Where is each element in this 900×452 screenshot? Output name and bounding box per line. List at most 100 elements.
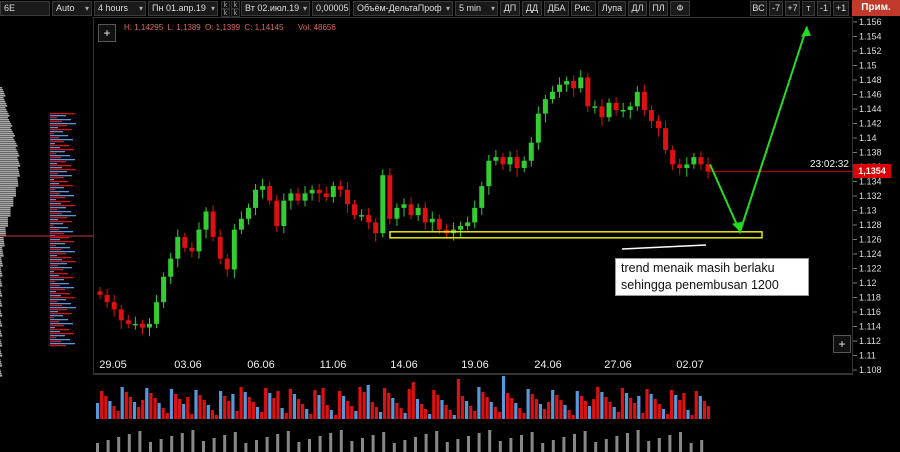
indicator-dropdown[interactable]: Объём-ДельтаПроф — [353, 1, 453, 16]
tick-size-field[interactable]: 0,00005 — [312, 1, 350, 16]
volume-bar — [182, 404, 186, 419]
f-button[interactable]: Ф — [670, 1, 690, 16]
volume-bar — [399, 408, 403, 419]
step-down-icon[interactable]: k — [221, 9, 230, 17]
volume-bar — [452, 415, 456, 419]
step-up-icon[interactable]: k — [221, 1, 230, 9]
apply-button[interactable]: Прим. — [852, 0, 900, 16]
profile-bar — [0, 359, 1, 361]
candle-body — [295, 193, 301, 201]
symbol-mode-dropdown[interactable]: Auto — [52, 1, 92, 16]
total-volume-bar — [488, 430, 492, 452]
total-volume-bar — [551, 440, 555, 452]
profile-delta-bar — [50, 275, 59, 277]
dp-button[interactable]: ДП — [500, 1, 520, 16]
profile-delta-bar — [50, 141, 64, 143]
nav-minus1-button[interactable]: -1 — [817, 1, 831, 16]
price-tick-label: 1.124 — [859, 249, 882, 259]
nav-plus1-button[interactable]: +1 — [833, 1, 849, 16]
date-to-picker[interactable]: Вт 02.июл.19 — [241, 1, 310, 16]
profile-bar — [0, 353, 2, 355]
profile-delta-bar — [50, 215, 76, 217]
price-axis-scale: 1.156 1.154 1.152 1.15 1.148 1.146 1.144 1.142 1… — [853, 17, 882, 375]
profile-bar — [0, 299, 1, 301]
profile-delta-bar — [50, 179, 54, 181]
pl-button[interactable]: ПЛ — [649, 1, 668, 16]
profile-bar — [0, 373, 2, 375]
profile-delta-bar — [50, 255, 57, 257]
total-volume-bar — [657, 438, 661, 452]
nav-minus7-button[interactable]: -7 — [769, 1, 783, 16]
total-volume-bar — [636, 430, 640, 452]
profile-delta-bar — [50, 185, 73, 187]
candle-body — [387, 175, 393, 219]
profile-bar — [0, 311, 2, 313]
total-volume-bar — [233, 432, 237, 452]
profile-delta-bar — [50, 213, 62, 215]
total-volume-bar — [276, 434, 280, 452]
profile-delta-bar — [50, 117, 57, 119]
dba-button[interactable]: ДБА — [544, 1, 569, 16]
profile-delta-bar — [50, 299, 66, 301]
total-volume-bar — [626, 433, 629, 452]
total-volume-bar — [392, 443, 396, 452]
candle-body — [231, 229, 237, 270]
volume-bar — [419, 404, 424, 419]
profile-bar — [0, 205, 14, 207]
price-tick-label: 1.134 — [859, 177, 882, 187]
volume-bar — [469, 406, 473, 419]
zoom-button[interactable]: Лупа — [598, 1, 626, 16]
profile-delta-bar — [50, 121, 62, 123]
chart-annotation[interactable]: trend menaik masih berlaku sehingga pene… — [615, 258, 809, 296]
ohlc-high: H: 1,14295 — [124, 23, 164, 32]
profile-delta-bar — [50, 173, 58, 175]
draw-button[interactable]: Рис. — [571, 1, 596, 16]
step-down-icon[interactable]: k — [231, 9, 240, 17]
candle-body — [97, 291, 103, 295]
volume-bar — [391, 398, 395, 419]
nav-plus7-button[interactable]: +7 — [785, 1, 800, 16]
step-up-icon[interactable]: k — [231, 1, 240, 9]
profile-bar — [0, 213, 11, 215]
profile-bar — [0, 295, 3, 297]
profile-delta-bar — [50, 143, 55, 145]
date-tick-label: 11.06 — [319, 359, 347, 371]
total-volume-bar — [583, 431, 587, 452]
add-indicator-button[interactable]: + — [98, 24, 116, 42]
profile-period-dropdown[interactable]: 5 min — [455, 1, 498, 16]
profile-delta-bar — [50, 329, 69, 331]
volume-bar — [506, 393, 510, 419]
candle-body — [542, 99, 548, 114]
profile-delta-bar — [50, 155, 70, 157]
profile-delta-bar — [50, 129, 72, 131]
volume-bar — [448, 410, 452, 419]
volume-bar — [264, 388, 268, 419]
dl-button[interactable]: ДЛ — [628, 1, 647, 16]
volume-bar — [210, 410, 214, 419]
total-volume-bar — [541, 443, 545, 452]
candle-body — [436, 218, 442, 230]
nav-t-button[interactable]: т — [802, 1, 815, 16]
profile-delta-bar — [50, 123, 76, 125]
dd-button[interactable]: ДД — [522, 1, 542, 16]
profile-bar — [0, 313, 2, 315]
nav-all-button[interactable]: ВС — [750, 1, 767, 16]
price-tick-label: 1.118 — [859, 293, 881, 303]
profile-delta-bar — [50, 197, 65, 199]
timeframe-dropdown[interactable]: 4 hours — [94, 1, 146, 16]
price-axis[interactable]: 1.156 1.154 1.152 1.15 1.148 1.146 1.144 1.142 1… — [853, 17, 900, 375]
profile-delta-bar — [50, 339, 70, 341]
volume-bar — [272, 398, 276, 419]
profile-delta-bar — [50, 195, 74, 197]
profile-delta-bar — [50, 269, 63, 271]
candle-body — [337, 186, 343, 190]
candle-body — [613, 102, 619, 110]
add-panel-button[interactable]: + — [833, 335, 851, 353]
date-from-picker[interactable]: Пн 01.апр.19 — [148, 1, 218, 16]
projection-arrow[interactable] — [709, 26, 808, 235]
volume-bar — [227, 401, 231, 419]
candle-body — [203, 211, 209, 230]
price-tick-label: 1.116 — [859, 307, 881, 317]
symbol-selector[interactable]: 6E — [0, 1, 50, 16]
price-tick-label: 1.138 — [859, 148, 882, 158]
